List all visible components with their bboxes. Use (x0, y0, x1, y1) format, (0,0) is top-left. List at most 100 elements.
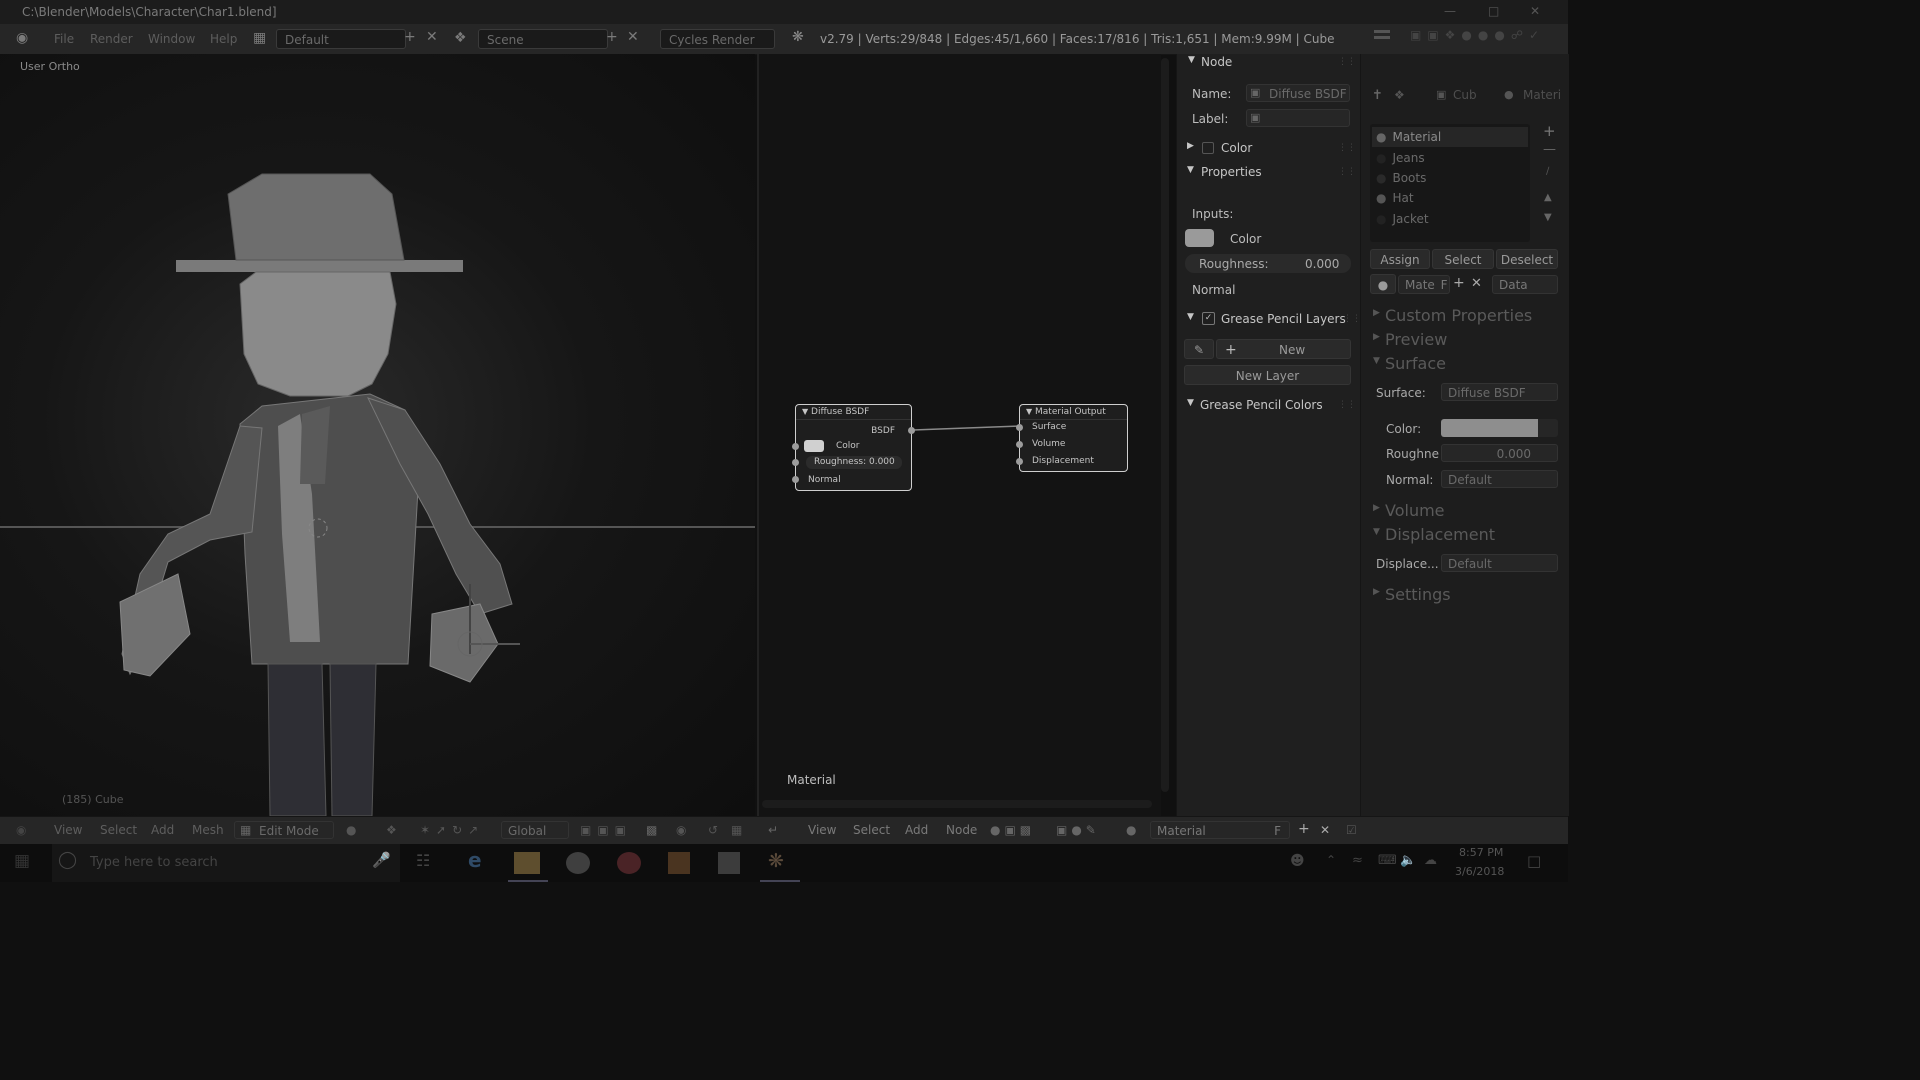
properties-panel-collapse-icon[interactable]: ▼ (1187, 165, 1194, 175)
node-editor-type-icon[interactable]: ↵ (768, 823, 778, 837)
manipulator-icons[interactable]: ✶➚↻↗ (420, 823, 484, 837)
slot-specials-icon[interactable]: ∕ (1546, 166, 1549, 177)
settings-panel[interactable]: Settings (1385, 585, 1451, 604)
people-icon[interactable]: ☻ (1290, 853, 1305, 869)
pencil-icon[interactable]: ✎ (1184, 339, 1214, 359)
node-menu[interactable]: Node (946, 823, 977, 837)
drag-handle-icon[interactable]: ⋮⋮ (1338, 143, 1356, 153)
scene-field[interactable]: Scene (478, 29, 608, 49)
remove-slot-icon[interactable]: — (1543, 142, 1556, 157)
diffuse-bsdf-node[interactable]: ▼ Diffuse BSDF BSDF Color Roughness: 0.0… (795, 404, 912, 491)
expand-icon[interactable]: ▶ (1373, 332, 1380, 342)
drag-handle-icon[interactable]: ⋮⋮ (1343, 314, 1361, 324)
node-name-field[interactable]: Diffuse BSDF (1246, 84, 1350, 102)
gp-layers-checkbox[interactable]: ✓ (1202, 312, 1215, 325)
move-slot-down-icon[interactable]: ▼ (1544, 212, 1552, 223)
view-menu[interactable]: View (54, 823, 82, 837)
shading-icon[interactable]: ● (346, 823, 356, 837)
new-layer-button[interactable]: New Layer (1184, 365, 1351, 385)
node-view-menu[interactable]: View (808, 823, 836, 837)
diffuse-color-swatch[interactable] (804, 440, 824, 452)
remove-layout-icon[interactable]: ✕ (426, 29, 438, 45)
keyboard-icon[interactable]: ⌨ (1378, 853, 1397, 868)
node-link[interactable] (912, 425, 1022, 431)
select-menu[interactable]: Select (100, 823, 137, 837)
displacement-select[interactable]: Default (1441, 554, 1558, 572)
new-node-material-icon[interactable]: + (1298, 821, 1310, 837)
scene-icon[interactable]: ❖ (454, 30, 467, 46)
roughness-prop-field[interactable]: 0.000 (1441, 444, 1558, 462)
gp-colors-collapse-icon[interactable]: ▼ (1187, 398, 1194, 408)
add-layout-icon[interactable]: + (404, 29, 416, 45)
color-panel-title[interactable]: Color (1221, 141, 1252, 155)
bsdf-output-socket[interactable] (908, 427, 915, 434)
add-slot-icon[interactable]: + (1543, 122, 1556, 140)
assign-button[interactable]: Assign (1370, 249, 1430, 269)
windows-start-icon[interactable]: ▦ (14, 851, 30, 871)
material-output-node[interactable]: ▼ Material Output Surface Volume Displac… (1019, 404, 1128, 472)
normal-prop-select[interactable]: Default (1441, 470, 1558, 488)
edge-browser-icon[interactable]: e (468, 848, 482, 872)
snap-icon[interactable]: ↺ (708, 823, 718, 837)
new-gp-button[interactable]: + New (1216, 339, 1351, 359)
collapse-icon[interactable]: ▼ (1373, 527, 1380, 537)
close-window-icon[interactable]: ✕ (1530, 4, 1540, 18)
menu-window[interactable]: Window (148, 32, 195, 46)
notification-icon[interactable]: □ (1527, 852, 1541, 870)
deselect-button[interactable]: Deselect (1496, 249, 1558, 269)
new-material-icon[interactable]: + (1453, 275, 1465, 291)
node-panel-title[interactable]: Node (1201, 55, 1232, 69)
properties-panel-title[interactable]: Properties (1201, 165, 1262, 179)
browse-material-icon[interactable]: ● (1370, 274, 1396, 294)
node-add-menu[interactable]: Add (905, 823, 928, 837)
input-color-swatch[interactable] (1185, 229, 1214, 247)
chrome-icon[interactable] (566, 852, 590, 874)
node-tree-icons[interactable]: ▣●✎ (1056, 823, 1100, 837)
expand-icon[interactable]: ▶ (1373, 587, 1380, 597)
surface-shader-select[interactable]: Diffuse BSDF (1441, 383, 1558, 401)
gp-colors-title[interactable]: Grease Pencil Colors (1200, 398, 1323, 412)
diffuse-roughness-field[interactable]: Roughness: 0.000 (806, 456, 902, 469)
node-material-field[interactable]: Material F (1150, 821, 1290, 839)
drag-handle-icon[interactable]: ⋮⋮ (1338, 57, 1356, 67)
surface-panel[interactable]: Surface (1385, 354, 1446, 373)
editor-type-icon[interactable]: ◉ (16, 30, 28, 46)
move-slot-up-icon[interactable]: ▲ (1544, 192, 1552, 203)
custom-properties-panel[interactable]: Custom Properties (1385, 306, 1532, 325)
add-menu[interactable]: Add (151, 823, 174, 837)
pivot-icon[interactable]: ❖ (386, 823, 397, 837)
color-link-button[interactable] (1538, 419, 1558, 437)
clock-time[interactable]: 8:57 PM (1459, 846, 1503, 859)
taskbar-search-input[interactable]: Type here to search (52, 844, 400, 882)
screen-layout-field[interactable]: Default (276, 29, 406, 49)
wifi-icon[interactable]: ≈ (1352, 853, 1363, 868)
select-mode-icons[interactable]: ▣▣▣ (580, 823, 632, 837)
drag-handle-icon[interactable]: ⋮⋮ (1338, 400, 1356, 410)
breadcrumb-material[interactable]: Materi (1523, 88, 1561, 102)
file-explorer-icon[interactable] (514, 852, 540, 874)
onedrive-icon[interactable]: ☁ (1424, 853, 1437, 868)
color-panel-checkbox[interactable] (1202, 142, 1214, 154)
material-slot[interactable]: ● Jeans (1372, 148, 1528, 168)
surface-input-socket[interactable] (1016, 424, 1023, 431)
gp-layers-title[interactable]: Grease Pencil Layers (1221, 312, 1346, 326)
roughness-input-socket[interactable] (792, 459, 799, 466)
gp-layers-collapse-icon[interactable]: ▼ (1187, 312, 1194, 322)
minimize-icon[interactable]: — (1444, 4, 1456, 18)
node-label-field[interactable] (1246, 109, 1350, 127)
snap-target-icon[interactable]: ▦ (731, 823, 742, 837)
3d-viewport[interactable] (0, 54, 755, 816)
material-slot[interactable]: ● Jacket (1372, 209, 1528, 229)
properties-editor-icon[interactable] (1372, 27, 1392, 47)
task-view-icon[interactable]: ☷ (416, 851, 430, 870)
collapse-icon[interactable]: ▼ (1373, 356, 1380, 366)
tray-chevron-icon[interactable]: ⌃ (1326, 853, 1336, 867)
3d-editor-type-icon[interactable]: ◉ (16, 823, 26, 837)
vertical-scrollbar[interactable] (1161, 58, 1169, 792)
surface-color-swatch[interactable] (1441, 419, 1538, 437)
material-browse-icon[interactable]: ● (1126, 823, 1136, 837)
mesh-menu[interactable]: Mesh (192, 823, 224, 837)
color-panel-expand-icon[interactable]: ▶ (1187, 141, 1194, 151)
node-panel-collapse-icon[interactable]: ▼ (1188, 55, 1195, 65)
property-context-tabs[interactable]: ▣▣❖●●●☍✓ (1410, 28, 1560, 46)
